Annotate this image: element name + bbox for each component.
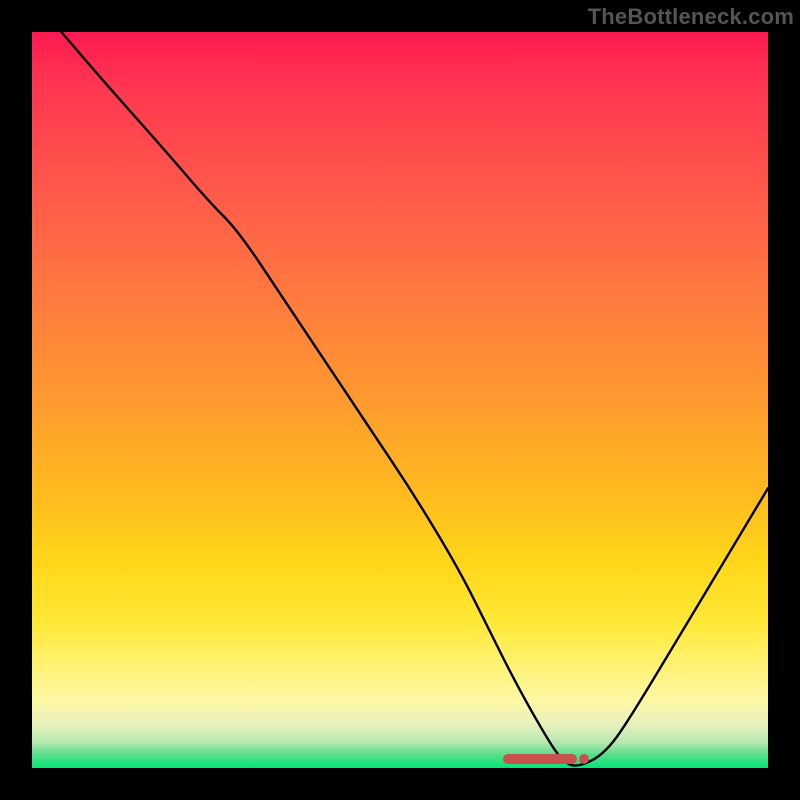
- chart-frame: TheBottleneck.com: [0, 0, 800, 800]
- watermark-text: TheBottleneck.com: [588, 4, 794, 30]
- bottleneck-curve-svg: [32, 32, 768, 768]
- optimum-range-marker: [503, 754, 577, 764]
- plot-area: [32, 32, 768, 768]
- bottleneck-curve-path: [61, 32, 768, 766]
